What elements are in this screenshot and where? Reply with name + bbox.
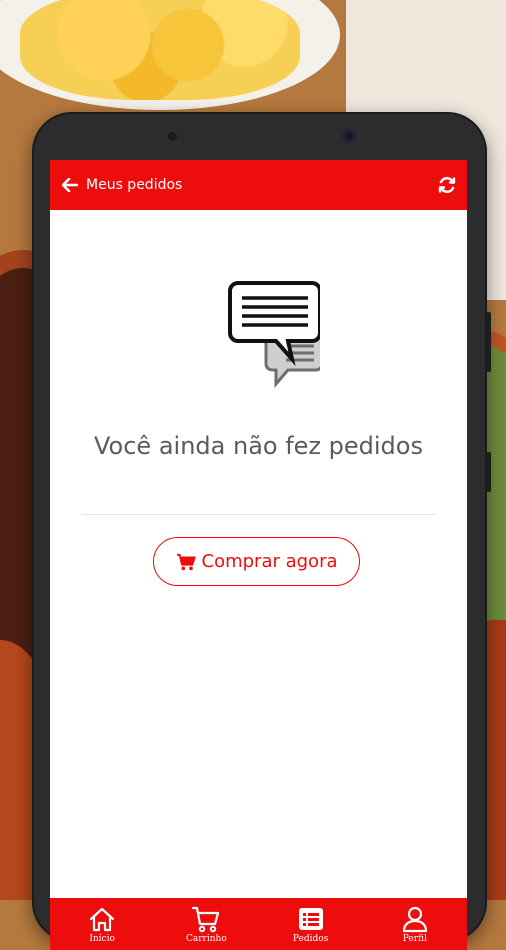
divider (82, 514, 435, 515)
cart-icon (192, 906, 220, 932)
nav-label-profile: Perfil (402, 933, 427, 944)
nav-label-home: Início (89, 933, 115, 944)
nav-item-home[interactable]: Início (52, 905, 152, 944)
nav-item-orders[interactable]: Pedidos (261, 905, 361, 944)
refresh-icon[interactable] (436, 174, 458, 196)
nav-label-cart: Carrinho (186, 933, 227, 944)
empty-orders-message: Você ainda não fez pedidos (94, 432, 423, 460)
phone-frame: Meus pedidos Você ainda não fez pedidos … (32, 112, 491, 950)
bottom-navigation: Início Carrinho Pedidos Perfil (50, 898, 467, 950)
page-title: Meus pedidos (86, 177, 183, 193)
buy-now-label: Comprar agora (201, 551, 338, 572)
home-icon (90, 907, 115, 931)
phone-camera (342, 129, 356, 143)
phone-volume-button (486, 312, 491, 372)
user-icon (402, 906, 427, 932)
back-arrow-icon[interactable] (59, 174, 81, 196)
buy-now-button[interactable]: Comprar agora (153, 537, 360, 586)
phone-sensor (168, 132, 177, 141)
phone-power-button (486, 452, 491, 492)
app-screen: Meus pedidos Você ainda não fez pedidos … (50, 160, 467, 950)
chat-bubbles-icon (200, 280, 324, 400)
nav-item-profile[interactable]: Perfil (365, 905, 465, 944)
shopping-cart-icon (176, 553, 196, 570)
nav-item-cart[interactable]: Carrinho (156, 905, 256, 944)
nav-label-orders: Pedidos (292, 933, 329, 944)
app-bar: Meus pedidos (50, 160, 467, 210)
orders-icon (298, 907, 323, 930)
